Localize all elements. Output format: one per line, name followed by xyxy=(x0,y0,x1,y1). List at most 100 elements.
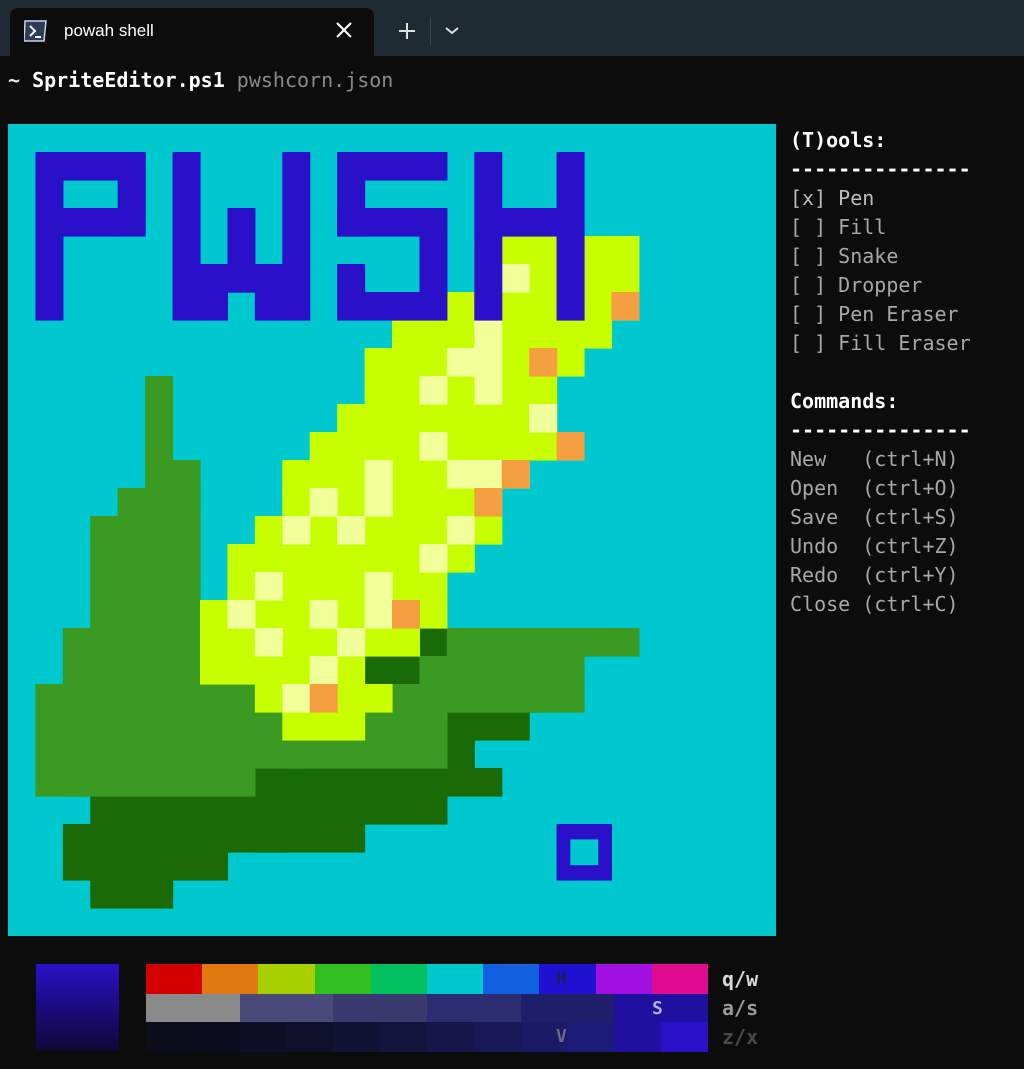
kernel-pixel xyxy=(419,432,448,461)
value-cell[interactable] xyxy=(333,1022,381,1052)
saturation-cell[interactable] xyxy=(192,994,240,1022)
hue-cell[interactable] xyxy=(539,964,596,994)
hue-cell[interactable] xyxy=(258,964,315,994)
saturation-marker: S xyxy=(652,998,663,1019)
prompt-line: ~ SpriteEditor.ps1 pwshcorn.json xyxy=(8,68,393,92)
tool-fill-eraser[interactable]: [ ] Fill Eraser xyxy=(790,329,1020,358)
value-cell[interactable] xyxy=(426,1022,474,1052)
saturation-cell[interactable] xyxy=(333,994,381,1022)
value-cell[interactable] xyxy=(239,1022,287,1052)
value-cell[interactable] xyxy=(192,1022,240,1052)
corn-pixel xyxy=(337,404,558,433)
command-redo[interactable]: Redo (ctrl+Y) xyxy=(790,561,1020,590)
close-icon[interactable] xyxy=(332,18,356,42)
kernel-pixel xyxy=(309,488,338,517)
hue-keys: q/w xyxy=(722,967,759,991)
value-cell[interactable] xyxy=(473,1022,521,1052)
command-close[interactable]: Close (ctrl+C) xyxy=(790,590,1020,619)
value-marker: V xyxy=(556,1026,567,1047)
kernel-pixel xyxy=(446,348,475,377)
kernel-pixel xyxy=(501,264,530,293)
letter-h-pixel xyxy=(474,152,503,321)
letter-h-pixel xyxy=(556,152,585,321)
tool-dropper[interactable]: [ ] Dropper xyxy=(790,271,1020,300)
value-cell[interactable] xyxy=(661,1022,708,1052)
value-cell[interactable] xyxy=(567,1022,615,1052)
prompt-argument: pwshcorn.json xyxy=(236,68,394,92)
saturation-cell[interactable] xyxy=(286,994,334,1022)
orange-kernel-pixel xyxy=(309,684,338,713)
value-cell[interactable] xyxy=(146,1022,193,1052)
tool-pen-eraser[interactable]: [ ] Pen Eraser xyxy=(790,300,1020,329)
saturation-cell[interactable] xyxy=(473,994,521,1022)
kernel-pixel xyxy=(529,404,558,433)
command-open[interactable]: Open (ctrl+O) xyxy=(790,474,1020,503)
letter-s-pixel xyxy=(337,292,448,321)
value-cell[interactable] xyxy=(614,1022,662,1052)
orange-kernel-pixel xyxy=(474,488,503,517)
tab-bar: powah shell xyxy=(0,0,1024,56)
saturation-cell[interactable] xyxy=(426,994,474,1022)
command-undo[interactable]: Undo (ctrl+Z) xyxy=(790,532,1020,561)
letter-w-pixel xyxy=(254,292,283,321)
saturation-bar[interactable] xyxy=(146,994,708,1022)
kernel-pixel xyxy=(419,376,448,405)
tool-snake[interactable]: [ ] Snake xyxy=(790,242,1020,271)
saturation-cell[interactable] xyxy=(661,994,708,1022)
hue-cell[interactable] xyxy=(651,964,709,994)
corn-pixel xyxy=(200,628,421,657)
dark-leaf-pixel xyxy=(62,824,283,853)
tab-powah-shell[interactable]: powah shell xyxy=(10,8,374,56)
hue-cell[interactable] xyxy=(370,964,428,994)
saturation-cell[interactable] xyxy=(567,994,615,1022)
letter-w-pixel xyxy=(254,264,283,293)
letter-w-pixel xyxy=(282,152,311,321)
letter-s-pixel xyxy=(337,264,366,293)
hue-cell[interactable] xyxy=(314,964,371,994)
saturation-cell[interactable] xyxy=(239,994,287,1022)
plus-icon[interactable] xyxy=(392,16,422,46)
tool-fill[interactable]: [ ] Fill xyxy=(790,213,1020,242)
dark-leaf-pixel xyxy=(254,824,366,853)
letter-s-pixel xyxy=(337,208,448,237)
commands-title: Commands: xyxy=(790,389,899,413)
letter-w-pixel xyxy=(200,292,229,321)
letter-w-pixel xyxy=(227,208,256,293)
command-save[interactable]: Save (ctrl+S) xyxy=(790,503,1020,532)
kernel-pixel xyxy=(337,628,366,657)
cursor-square-inner xyxy=(570,839,599,866)
powershell-icon xyxy=(24,20,47,42)
saturation-cell[interactable] xyxy=(380,994,427,1022)
saturation-keys: a/s xyxy=(722,996,759,1020)
hue-marker: H xyxy=(556,968,567,989)
letter-p-pixel xyxy=(62,208,119,237)
kernel-pixel xyxy=(474,348,503,377)
hue-cell[interactable] xyxy=(427,964,484,994)
command-new[interactable]: New (ctrl+N) xyxy=(790,445,1020,474)
saturation-cell[interactable] xyxy=(146,994,193,1022)
hue-bar[interactable] xyxy=(146,964,709,994)
sprite-canvas[interactable] xyxy=(8,124,776,936)
hue-cell[interactable] xyxy=(483,964,540,994)
value-cell[interactable] xyxy=(286,1022,334,1052)
kernel-pixel xyxy=(474,460,503,489)
chevron-down-icon[interactable] xyxy=(440,18,464,42)
pixel-grid[interactable] xyxy=(8,124,776,936)
kernel-pixel xyxy=(254,572,283,601)
kernel-pixel xyxy=(446,516,475,545)
value-cell[interactable] xyxy=(380,1022,427,1052)
tool-pen[interactable]: [x] Pen xyxy=(790,184,1020,213)
tab-separator xyxy=(430,17,431,45)
tools-title: (T)ools: xyxy=(790,128,887,152)
kernel-pixel xyxy=(446,460,475,489)
kernel-pixel xyxy=(227,600,256,629)
kernel-pixel xyxy=(337,516,366,545)
value-bar[interactable] xyxy=(146,1022,708,1052)
hue-cell[interactable] xyxy=(202,964,259,994)
hue-cell[interactable] xyxy=(595,964,652,994)
letter-p-pixel xyxy=(35,152,64,321)
saturation-cell[interactable] xyxy=(520,994,568,1022)
prompt-command: SpriteEditor.ps1 xyxy=(32,68,225,92)
hue-cell[interactable] xyxy=(146,964,203,994)
letter-p-pixel xyxy=(117,152,146,237)
